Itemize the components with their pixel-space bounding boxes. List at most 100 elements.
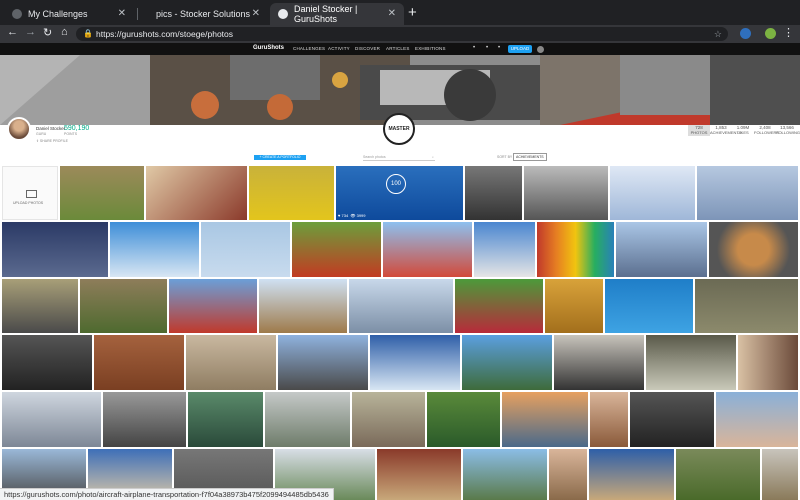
photo-tile[interactable] xyxy=(709,222,798,277)
photo-tile[interactable] xyxy=(383,222,472,277)
photo-tile[interactable] xyxy=(697,166,798,220)
photo-tile[interactable] xyxy=(524,166,608,220)
photo-tile[interactable] xyxy=(716,392,798,447)
url-text: https://gurushots.com/stoege/photos xyxy=(96,29,234,39)
close-icon[interactable]: ✕ xyxy=(252,8,260,19)
forward-icon[interactable]: → xyxy=(25,26,36,38)
browser-menu-icon[interactable]: ⋮ xyxy=(783,26,794,39)
photo-tile[interactable] xyxy=(554,335,644,390)
photo-tile[interactable] xyxy=(188,392,263,447)
photo-tile[interactable] xyxy=(455,279,543,333)
site-logo[interactable]: GuruShots xyxy=(253,45,284,51)
photo-tile[interactable] xyxy=(370,335,460,390)
stat-achievements[interactable]: 1,853 ACHIEVEMENTS xyxy=(710,125,742,135)
photo-tile[interactable] xyxy=(169,279,257,333)
photo-tile[interactable] xyxy=(201,222,290,277)
plus-icon[interactable]: + xyxy=(408,4,417,21)
photo-tile-hovered[interactable]: 100 ♥ 734 👁 3999 xyxy=(336,166,463,220)
photo-tile[interactable] xyxy=(103,392,186,447)
photo-tile[interactable] xyxy=(94,335,184,390)
stat-likes[interactable]: 1.09M LIKES xyxy=(732,125,754,135)
tab-my-challenges[interactable]: My Challenges ✕ xyxy=(4,3,134,25)
photo-tile[interactable] xyxy=(462,335,552,390)
photo-tile[interactable] xyxy=(590,392,628,447)
search-input[interactable]: Search photos ⌕ xyxy=(363,154,435,161)
tab-gurushots-active[interactable]: Daniel Stocker | GuruShots ✕ xyxy=(270,3,404,25)
photo-tile[interactable] xyxy=(610,166,695,220)
views-count: 3999 xyxy=(356,213,366,218)
photo-tile[interactable] xyxy=(2,392,101,447)
upload-button[interactable]: UPLOAD xyxy=(508,45,532,53)
bookmark-star-icon[interactable]: ☆ xyxy=(714,27,722,41)
nav-discover[interactable]: DISCOVER xyxy=(355,46,380,51)
photo-tile[interactable] xyxy=(292,222,381,277)
photo-tile[interactable] xyxy=(80,279,167,333)
photo-tile[interactable] xyxy=(265,392,350,447)
address-bar[interactable]: 🔒 https://gurushots.com/stoege/photos ☆ xyxy=(76,27,728,41)
stat-following[interactable]: 13,566 FOLLOWING xyxy=(776,125,800,135)
photo-tile[interactable] xyxy=(605,279,693,333)
create-portfolio-button[interactable]: + CREATE A PORTFOLIO WEBSITE xyxy=(254,155,306,164)
photo-tile[interactable] xyxy=(146,166,247,220)
nav-exhibitions[interactable]: EXHIBITIONS xyxy=(415,46,446,51)
stat-followers[interactable]: 2,408 FOLLOWERS xyxy=(754,125,779,135)
photo-tile[interactable] xyxy=(630,392,714,447)
photo-tile[interactable] xyxy=(259,279,347,333)
photo-tile[interactable] xyxy=(186,335,276,390)
reload-icon[interactable]: ↻ xyxy=(43,26,52,39)
sort-select[interactable]: ACHIEVEMENTS xyxy=(513,153,547,161)
user-avatar-icon[interactable] xyxy=(537,46,544,53)
photo-tile[interactable] xyxy=(110,222,199,277)
tab-divider xyxy=(137,8,138,20)
photo-tile[interactable] xyxy=(2,222,108,277)
photo-tile[interactable] xyxy=(616,222,707,277)
tab-title: pics - Stocker Solutions xyxy=(156,9,251,19)
bell-icon[interactable]: • xyxy=(473,45,475,51)
photo-tile[interactable] xyxy=(377,449,461,500)
photo-tile[interactable] xyxy=(465,166,522,220)
profile-avatar-icon[interactable] xyxy=(765,28,776,39)
tab-favicon-icon xyxy=(12,9,22,19)
photo-tile[interactable] xyxy=(762,449,798,500)
nav-challenges[interactable]: CHALLENGES xyxy=(293,46,325,51)
nav-articles[interactable]: ARTICLES xyxy=(386,46,410,51)
photo-tile[interactable] xyxy=(278,335,368,390)
profile-avatar[interactable] xyxy=(7,117,31,141)
home-icon[interactable]: ⌂ xyxy=(61,26,68,38)
nav-activity[interactable]: ACTIVITY xyxy=(328,46,350,51)
photo-tile[interactable] xyxy=(545,279,603,333)
photo-tile[interactable] xyxy=(60,166,144,220)
extension-icon[interactable] xyxy=(740,28,751,39)
photo-tile[interactable] xyxy=(537,222,614,277)
close-icon[interactable]: ✕ xyxy=(118,8,126,19)
photo-tile[interactable] xyxy=(589,449,674,500)
close-icon[interactable]: ✕ xyxy=(388,8,396,19)
photo-tile[interactable] xyxy=(2,335,92,390)
photo-tile[interactable] xyxy=(676,449,760,500)
photo-tile[interactable] xyxy=(249,166,334,220)
profile-name[interactable]: Daniel Stocker xyxy=(36,126,65,131)
photo-tile[interactable] xyxy=(502,392,588,447)
photo-tile[interactable] xyxy=(549,449,587,500)
photo-tile[interactable] xyxy=(352,392,425,447)
tab-favicon-icon xyxy=(278,9,288,19)
site-navbar: GuruShots CHALLENGES ACTIVITY DISCOVER A… xyxy=(0,43,800,55)
cart-icon[interactable]: • xyxy=(486,45,488,51)
back-icon[interactable]: ← xyxy=(7,26,18,38)
tab-stocker-solutions[interactable]: pics - Stocker Solutions ✕ xyxy=(140,3,268,25)
share-profile-link[interactable]: ⇪ SHARE PROFILE xyxy=(36,139,68,143)
message-icon[interactable]: • xyxy=(498,45,500,51)
photo-tile[interactable] xyxy=(474,222,535,277)
photo-tile[interactable] xyxy=(646,335,736,390)
photo-tile[interactable] xyxy=(695,279,798,333)
stat-photos[interactable]: 728 PHOTOS xyxy=(688,125,710,136)
upload-photos-tile[interactable]: UPLOAD PHOTOS xyxy=(2,166,58,220)
photo-tile[interactable] xyxy=(463,449,547,500)
photo-tile[interactable] xyxy=(349,279,453,333)
photo-tile[interactable] xyxy=(738,335,798,390)
photo-tile[interactable] xyxy=(2,279,78,333)
share-profile-label: SHARE PROFILE xyxy=(39,139,68,143)
upload-icon xyxy=(26,190,37,198)
photo-tile[interactable] xyxy=(427,392,500,447)
stat-label: ACHIEVEMENTS xyxy=(710,130,742,135)
